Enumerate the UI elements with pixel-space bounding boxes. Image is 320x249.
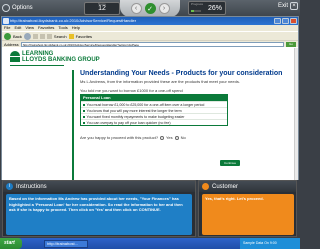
score-counter: Score 12 [84, 2, 120, 15]
check-icon[interactable]: ✓ [144, 3, 156, 14]
favorites-label[interactable]: Favorites [76, 34, 92, 39]
score-label: Score [98, 2, 106, 6]
logo-line2: LLOYDS BANKING GROUP [22, 57, 100, 63]
navigation-pod: ‹ ✓ › [120, 0, 180, 17]
options-button[interactable]: Options [2, 2, 33, 14]
customer-panel: Customer Yes, that's right. Let's procee… [198, 180, 297, 237]
menu-help[interactable]: Help [72, 25, 80, 31]
instructions-header: i Instructions [3, 181, 195, 192]
vertical-scrollbar[interactable] [294, 48, 298, 180]
taskbar: start http://trainahost... Sample Data O… [0, 238, 300, 249]
system-tray: Sample Data On 9:00 [240, 238, 300, 249]
lloyds-logo: LEARNING LLOYDS BANKING GROUP [10, 51, 100, 63]
logo-divider [10, 65, 64, 66]
yes-label[interactable]: Yes [166, 135, 173, 140]
window-close-button[interactable] [290, 18, 297, 24]
product-card: Personal Loan You must borrow £1,000 to … [80, 94, 228, 126]
page-title: Understanding Your Needs - Products for … [80, 70, 283, 77]
back-arrow-icon[interactable] [4, 32, 11, 40]
pod-right-button[interactable]: › [158, 3, 170, 14]
menu-tools[interactable]: Tools [58, 25, 67, 31]
address-label: Address [4, 41, 19, 47]
exit-label: Exit [277, 3, 288, 9]
gear-icon [2, 4, 10, 12]
customer-need-text: You told me you want to borrow £1000 for… [80, 88, 183, 93]
minimize-button[interactable] [274, 18, 281, 24]
side-stripe [72, 70, 74, 180]
no-label[interactable]: No [181, 135, 186, 140]
info-icon: i [6, 183, 13, 190]
menu-file[interactable]: File [4, 25, 10, 31]
horse-logo-icon [10, 51, 20, 63]
taskbar-browser-button[interactable]: http://trainahost... [44, 239, 88, 248]
screen: Options Score 12 ‹ ✓ › Progress 26% Exit… [0, 0, 300, 249]
progress-bar [191, 10, 201, 12]
score-value: 12 [98, 5, 106, 12]
continue-button[interactable]: Continue [220, 160, 240, 166]
no-radio[interactable] [174, 135, 179, 140]
address-input[interactable]: http://trainahost.lloydsbank.co.uk:2010/… [20, 41, 284, 47]
go-button[interactable]: Go [286, 41, 296, 47]
top-control-bar: Options Score 12 ‹ ✓ › Progress 26% Exit… [0, 0, 300, 17]
close-icon: × [290, 2, 298, 10]
progress-label: Progress [191, 2, 204, 6]
back-label[interactable]: Back [13, 34, 22, 39]
product-feature: You can overpay to pay off your loan qui… [81, 119, 227, 125]
menu-favorites[interactable]: Favorites [38, 25, 54, 31]
proceed-question: Are you happy to proceed with this produ… [80, 135, 159, 140]
address-bar: Address http://trainahost.lloydsbank.co.… [2, 40, 298, 47]
start-button[interactable]: start [0, 238, 22, 249]
customer-header: Customer [199, 181, 296, 192]
stop-icon[interactable] [32, 33, 38, 39]
browser-toolbar: Back Search Favorites [2, 31, 298, 40]
maximize-button[interactable] [282, 18, 289, 24]
progress-value: 26% [207, 5, 222, 12]
options-label: Options [12, 5, 33, 11]
exit-button[interactable]: Exit × [278, 2, 298, 10]
instructions-text: Based on the information Ms Andrew has p… [6, 194, 192, 235]
progress-bar-fill [191, 10, 194, 12]
yes-radio[interactable] [160, 135, 165, 140]
favorites-icon[interactable] [68, 33, 74, 39]
menu-view[interactable]: View [25, 25, 34, 31]
proceed-question-row: Are you happy to proceed with this produ… [80, 135, 186, 140]
intro-text: Ms L Andrews, from the information provi… [80, 79, 240, 84]
customer-icon [202, 183, 209, 190]
search-label[interactable]: Search [54, 34, 67, 39]
forward-arrow-icon[interactable] [23, 32, 31, 40]
window-title-bar: http://trainahost.lloydsbank.co.uk:2010/… [2, 17, 298, 25]
refresh-icon[interactable] [39, 33, 45, 39]
browser-icon [3, 18, 9, 24]
customer-speech: Yes, that's right. Let's proceed. [202, 194, 294, 235]
page-content: LEARNING LLOYDS BANKING GROUP Understand… [2, 48, 298, 180]
instructions-panel: i Instructions Based on the information … [2, 180, 196, 237]
home-icon[interactable] [46, 33, 52, 39]
window-title: http://trainahost.lloydsbank.co.uk:2010/… [10, 18, 137, 23]
progress-indicator: Progress 26% [188, 1, 226, 15]
instructions-title: Instructions [16, 183, 47, 190]
menu-edit[interactable]: Edit [14, 25, 21, 31]
browser-window: http://trainahost.lloydsbank.co.uk:2010/… [1, 16, 299, 180]
pod-left-button[interactable]: ‹ [130, 3, 142, 14]
customer-title: Customer [212, 183, 239, 190]
